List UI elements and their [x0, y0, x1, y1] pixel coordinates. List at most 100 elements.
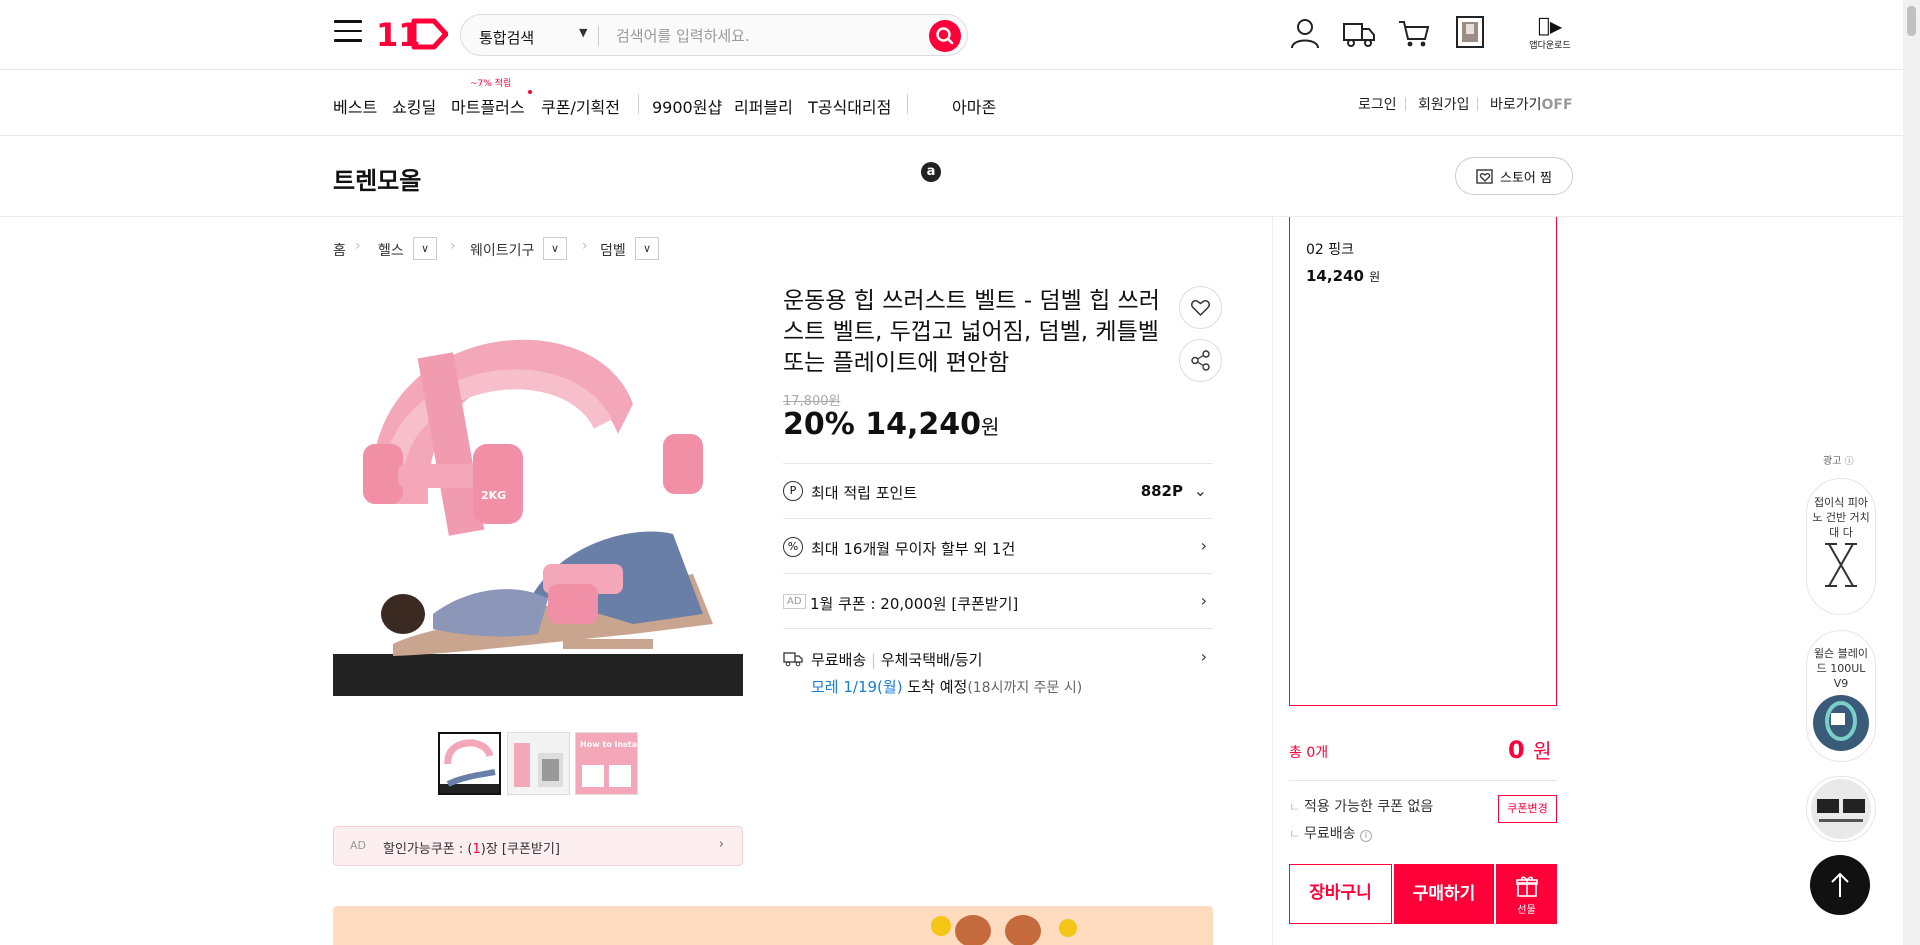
- points-label: 최대 적립 포인트: [811, 484, 918, 502]
- promo-banner[interactable]: [333, 906, 1213, 945]
- breadcrumb-weight[interactable]: 웨이트기구: [470, 240, 534, 260]
- top-header: 11 통합검색 ▼ ▶ 앱다운로드: [0, 0, 1920, 70]
- nav-item-refurbly[interactable]: 리퍼블리: [734, 94, 793, 118]
- breadcrumb-home[interactable]: 홈: [333, 240, 346, 260]
- total-price-unit: 원: [1533, 739, 1552, 763]
- store-heart-icon: [1476, 169, 1493, 184]
- scroll-to-top-button[interactable]: [1810, 855, 1870, 915]
- heart-icon: [1191, 299, 1210, 317]
- monitor-image: [1811, 779, 1871, 839]
- option-name: 02 핑크: [1306, 242, 1355, 258]
- nav-item-shocking-deal[interactable]: 쇼킹딜: [392, 94, 436, 118]
- total-price: 0 원: [1508, 735, 1551, 764]
- discount-coupon-bar[interactable]: AD 할인가능쿠폰 : (1)장 [쿠폰받기] ›: [333, 826, 743, 866]
- shortcut-state: OFF: [1541, 97, 1573, 113]
- user-icon[interactable]: [1288, 16, 1322, 50]
- installment-row[interactable]: % 최대 16개월 무이자 할부 외 1건 ›: [783, 518, 1213, 573]
- sale-price: 20% 14,240원: [783, 407, 999, 442]
- wishlist-button[interactable]: [1179, 286, 1222, 329]
- util-divider: [1405, 97, 1406, 111]
- coupon-count: 1: [472, 842, 481, 857]
- util-divider: [1477, 97, 1478, 111]
- nav-item-best[interactable]: 베스트: [333, 94, 377, 118]
- breadcrumb-dumbbell[interactable]: 덤벨: [600, 240, 626, 260]
- side-ad-2-text: 윌슨 블레이드 100UL V9: [1813, 647, 1869, 690]
- recent-viewed-icon[interactable]: [1455, 15, 1489, 49]
- chevron-right-icon: ›: [355, 238, 361, 254]
- coupon-label: 1월 쿠폰 : 20,000원 [쿠폰받기]: [810, 595, 1019, 613]
- mart-plus-badge: ~7% 적립: [470, 79, 512, 89]
- play-store-icon: ▶: [1543, 17, 1562, 36]
- category-nav: 베스트 쇼킹딜 ~7% 적립 마트플러스 쿠폰/기획전 9900원샵 리퍼블리 …: [0, 70, 1920, 182]
- store-fav-label: 스토어 찜: [1500, 170, 1552, 186]
- hamburger-menu-icon[interactable]: [334, 20, 362, 46]
- coupon-bar-suffix: )장 [쿠폰받기]: [480, 842, 560, 857]
- chevron-right-icon: ›: [450, 238, 456, 254]
- app-download-link[interactable]: ▶ 앱다운로드: [1526, 14, 1574, 51]
- chevron-right-icon: ›: [582, 238, 588, 254]
- thumbnail-2[interactable]: [507, 732, 570, 795]
- breadcrumb-dropdown[interactable]: ∨: [635, 237, 659, 260]
- coupon-row[interactable]: AD 1월 쿠폰 : 20,000원 [쿠폰받기] ›: [783, 573, 1213, 628]
- discount-rate: 20%: [783, 407, 855, 442]
- share-button[interactable]: [1179, 339, 1222, 382]
- nav-item-t-official[interactable]: T공식대리점: [808, 94, 891, 118]
- shortcut-label: 바로가기: [1490, 97, 1542, 113]
- product-main-image[interactable]: 2KG: [333, 284, 743, 696]
- search-button[interactable]: [929, 20, 961, 52]
- ad-label-text: 광고: [1823, 456, 1842, 467]
- store-name[interactable]: 트렌모올: [333, 161, 421, 196]
- breadcrumb-dropdown[interactable]: ∨: [543, 237, 567, 260]
- store-bar: 트렌모올 스토어 찜: [0, 137, 1920, 217]
- ad-label: 광고 ⓘ: [1823, 452, 1854, 467]
- coupon-change-button[interactable]: 쿠폰변경: [1498, 795, 1557, 823]
- delivery-truck-icon[interactable]: [1342, 16, 1376, 50]
- option-price: 14,240 원: [1306, 267, 1380, 285]
- thumbnail-3[interactable]: How to Install: [575, 732, 638, 795]
- scrollbar[interactable]: [1903, 0, 1920, 945]
- login-link[interactable]: 로그인: [1358, 94, 1397, 114]
- scrollbar-thumb[interactable]: [1907, 6, 1916, 36]
- store-favorite-button[interactable]: 스토어 찜: [1455, 157, 1573, 195]
- order-free-shipping: 무료배송 i: [1289, 823, 1373, 843]
- join-link[interactable]: 회원가입: [1418, 94, 1470, 114]
- option-price-value: 14,240: [1306, 267, 1364, 285]
- nav-item-9900-shop[interactable]: 9900원샵: [652, 94, 722, 118]
- search-input[interactable]: [616, 23, 906, 49]
- nav-item-coupon[interactable]: 쿠폰/기획전: [541, 94, 620, 118]
- breadcrumb-dropdown[interactable]: ∨: [413, 237, 437, 260]
- search-scope-select[interactable]: 통합검색: [479, 27, 534, 48]
- thumbnail-1[interactable]: [438, 732, 501, 795]
- total-divider: [1289, 780, 1557, 781]
- side-ad-monitor[interactable]: [1806, 776, 1876, 842]
- nav-item-mart-plus[interactable]: 마트플러스: [451, 94, 525, 118]
- gift-button[interactable]: 선물: [1496, 864, 1557, 924]
- shortcut-toggle[interactable]: 바로가기OFF: [1490, 94, 1573, 114]
- chevron-right-icon: ›: [1200, 536, 1207, 555]
- installment-label: 최대 16개월 무이자 할부 외 1건: [811, 540, 1016, 558]
- cart-icon[interactable]: [1397, 16, 1431, 50]
- nav-item-amazon[interactable]: 아마존: [952, 94, 996, 118]
- chevron-down-icon[interactable]: ▼: [579, 26, 587, 39]
- thumb-3-label: How to Install: [580, 740, 637, 749]
- side-ad-piano-stand[interactable]: 접이식 피아노 건반 거치대 다: [1806, 478, 1876, 615]
- info-icon[interactable]: ⓘ: [1845, 457, 1854, 467]
- tennis-racket-image: [1813, 695, 1869, 751]
- ad-tag: AD: [350, 839, 366, 852]
- shipping-row[interactable]: 무료배송 | 우체국택배/등기 모레 1/19(월) 도착 예정(18시까지 주…: [783, 628, 1213, 703]
- buy-now-button[interactable]: 구매하기: [1394, 864, 1494, 924]
- coupon-status: 적용 가능한 쿠폰 없음: [1289, 796, 1433, 816]
- coupon-bar-text: 할인가능쿠폰 : (1)장 [쿠폰받기]: [383, 838, 560, 857]
- add-to-cart-button[interactable]: 장바구니: [1289, 864, 1392, 924]
- points-row[interactable]: P 최대 적립 포인트 882P ⌄: [783, 463, 1213, 518]
- search-bar: 통합검색 ▼: [460, 14, 968, 56]
- apple-icon: : [1538, 13, 1550, 37]
- info-icon[interactable]: i: [1360, 830, 1373, 842]
- breadcrumb-health[interactable]: 헬스: [378, 240, 404, 260]
- side-ad-1-text: 접이식 피아노 건반 거치대 다: [1812, 496, 1870, 539]
- side-ad-tennis-racket[interactable]: 윌슨 블레이드 100UL V9: [1806, 630, 1876, 762]
- search-icon: [936, 27, 954, 45]
- search-divider: [598, 26, 599, 46]
- chevron-right-icon: ›: [1200, 647, 1207, 666]
- logo-11st[interactable]: 11: [376, 16, 449, 54]
